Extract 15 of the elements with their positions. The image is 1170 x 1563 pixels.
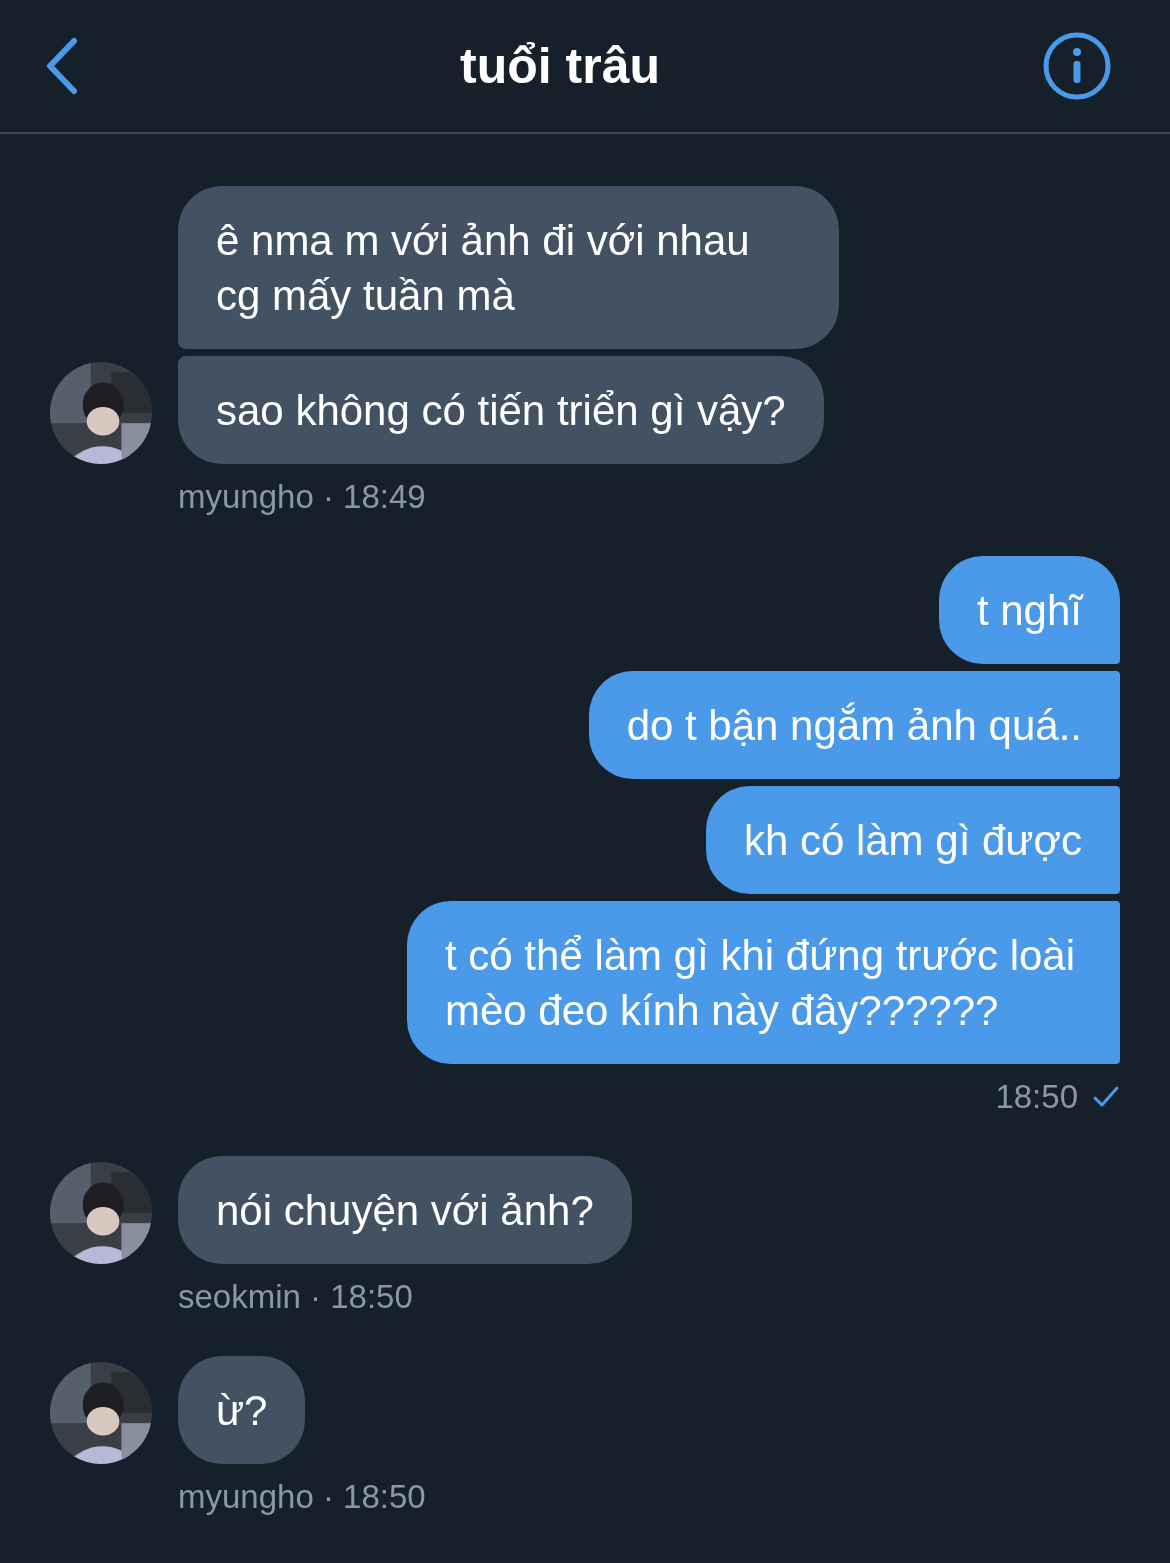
message-bubble: kh có làm gì được — [705, 786, 1120, 894]
message-meta: seokmin · 18:50 — [178, 1278, 413, 1316]
message-bubble: do t bận ngắm ảnh quá.. — [588, 671, 1120, 779]
message-bubble: ê nma m với ảnh đi với nhau cg mấy tuần mà — [178, 186, 839, 349]
back-button[interactable] — [44, 37, 78, 95]
message-meta: 18:50 — [995, 1078, 1078, 1116]
message-bubble: sao không có tiến triển gì vậy? — [178, 356, 824, 464]
message-bubble: ừ? — [178, 1356, 306, 1464]
conversation-title: tuổi trâu — [460, 37, 660, 95]
message-bubble: t nghĩ — [938, 556, 1120, 664]
message-meta: myungho · 18:50 — [178, 1478, 426, 1516]
message-bubble: t có thể làm gì khi đứng trước loài mèo đeo kính này đây?????? — [407, 901, 1120, 1064]
message-meta: myungho · 18:49 — [178, 478, 426, 516]
info-button[interactable] — [1042, 31, 1112, 101]
message-bubble: nói chuyện với ảnh? — [178, 1156, 632, 1264]
